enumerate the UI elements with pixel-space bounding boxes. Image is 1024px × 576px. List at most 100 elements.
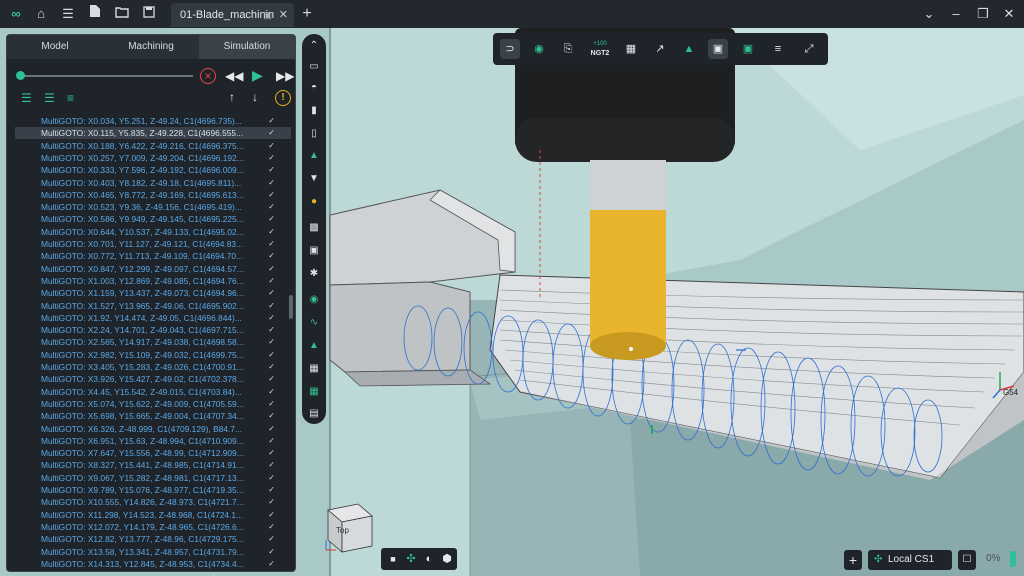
step-down-icon[interactable]: ↓ — [252, 90, 258, 104]
close-icon[interactable]: ✕ — [279, 3, 288, 27]
program-line[interactable]: MultiGOTO: X0.333, Y7.596, Z-49.192, C1(… — [15, 164, 291, 176]
tab-simulation[interactable]: Simulation — [199, 35, 295, 59]
program-line[interactable]: MultiGOTO: X0.188, Y6.422, Z-49.216, C1(… — [15, 140, 291, 152]
document-tab[interactable]: 01-Blade_machinin ▣ ✕ — [171, 3, 294, 27]
collapse-icon[interactable]: ⌃ — [306, 38, 322, 54]
program-line[interactable]: MultiGOTO: X3.926, Y15.427, Z-49.02, C1(… — [15, 373, 291, 385]
program-line[interactable]: MultiGOTO: X14.313, Y12.845, Z-48.953, C… — [15, 558, 291, 570]
notebook-icon[interactable]: ▤ — [306, 406, 322, 422]
program-line[interactable]: MultiGOTO: X2.982, Y15.109, Z-49.032, C1… — [15, 349, 291, 361]
indent-list-icon[interactable]: ☰ — [21, 91, 32, 105]
simulation-timeline[interactable] — [19, 75, 193, 77]
tool-holder-icon[interactable]: ▭ — [306, 59, 322, 75]
holder-icon[interactable]: ▲ — [679, 39, 699, 59]
program-line[interactable]: MultiGOTO: X2.565, Y14.917, Z-49.038, C1… — [15, 336, 291, 348]
warning-icon[interactable]: ! — [275, 90, 291, 106]
shading-icon[interactable]: ◐ — [419, 549, 439, 569]
scrollbar[interactable] — [289, 295, 293, 319]
logo-icon[interactable]: ∞ — [6, 4, 26, 24]
fixture-icon[interactable]: ▲ — [306, 148, 322, 164]
program-line[interactable]: MultiGOTO: X1.159, Y13.437, Z-49.073, C1… — [15, 287, 291, 299]
curve-icon[interactable]: ∿ — [306, 315, 322, 331]
machine-icon[interactable]: ▩ — [306, 220, 322, 236]
save-icon[interactable] — [139, 4, 159, 24]
fullscreen-icon[interactable]: ⤢ — [799, 39, 819, 59]
program-line[interactable]: MultiGOTO: X8.327, Y15.441, Z-48.985, C1… — [15, 459, 291, 471]
program-line[interactable]: MultiGOTO: X12.072, Y14.179, Z-48.965, C… — [15, 521, 291, 533]
home-icon[interactable]: ⌂ — [31, 4, 51, 24]
stop-icon[interactable]: ✕ — [200, 68, 216, 84]
program-line[interactable]: MultiGOTO: X5.074, Y15.622, Z-49.009, C1… — [15, 398, 291, 410]
point-icon[interactable]: ◉ — [306, 292, 322, 308]
program-line[interactable]: MultiGOTO: X0.523, Y9.36, Z-49.156, C1(4… — [15, 201, 291, 213]
program-line[interactable]: MultiGOTO: X12.82, Y13.777, Z-48.96, C1(… — [15, 533, 291, 545]
numbered-list-icon[interactable]: ≡ — [67, 91, 74, 105]
trajectory-icon[interactable]: ⎘ — [558, 39, 578, 59]
rewind-icon[interactable]: ◀◀ — [225, 69, 243, 83]
new-file-icon[interactable] — [85, 4, 105, 24]
transform-icon[interactable]: ▣ — [708, 39, 728, 59]
magnet-icon[interactable]: ⊃ — [500, 39, 520, 59]
wireframe-icon[interactable]: ⬢ — [437, 549, 457, 569]
program-line[interactable]: MultiGOTO: X9.067, Y15.282, Z-48.981, C1… — [15, 472, 291, 484]
program-line[interactable]: MultiGOTO: X7.647, Y15.556, Z-48.99, C1(… — [15, 447, 291, 459]
outdent-list-icon[interactable]: ☰ — [44, 91, 55, 105]
program-line[interactable]: MultiGOTO: X13.58, Y13.341, Z-48.957, C1… — [15, 546, 291, 558]
program-line[interactable]: MultiGOTO: X0.034, Y5.251, Z-49.24, C1(4… — [15, 115, 291, 127]
program-line[interactable]: MultiGOTO: X1.003, Y12.869, Z-49.085, C1… — [15, 275, 291, 287]
program-line[interactable]: MultiGOTO: X1.92, Y14.474, Z-49.05, C1(4… — [15, 312, 291, 324]
box-icon[interactable]: ■ — [383, 549, 403, 569]
program-line[interactable]: MultiGOTO: X0.701, Y11.127, Z-49.121, C1… — [15, 238, 291, 250]
blank-icon[interactable]: ▯ — [306, 126, 322, 142]
program-line[interactable]: MultiGOTO: X0.465, Y8.772, Z-49.169, C1(… — [15, 189, 291, 201]
fit-view-icon[interactable]: ▣ — [738, 39, 758, 59]
program-line[interactable]: MultiGOTO: X0.403, Y8.182, Z-49.18, C1(4… — [15, 177, 291, 189]
program-line[interactable]: MultiGOTO: X4.45, Y15.542, Z-49.015, C1(… — [15, 386, 291, 398]
chevron-down-icon[interactable]: ⌄ — [919, 4, 939, 24]
program-line[interactable]: MultiGOTO: X2.24, Y14.701, Z-49.043, C1(… — [15, 324, 291, 336]
program-line[interactable]: MultiGOTO: X0.772, Y11.713, Z-49.109, C1… — [15, 250, 291, 262]
view-cube[interactable]: Top — [318, 498, 378, 558]
program-line[interactable]: MultiGOTO: X6.951, Y15.63, Z-48.994, C1(… — [15, 435, 291, 447]
table-icon[interactable]: ▦ — [621, 39, 641, 59]
play-icon[interactable]: ▶ — [252, 68, 263, 82]
program-line[interactable]: MultiGOTO: X0.586, Y9.949, Z-49.145, C1(… — [15, 213, 291, 225]
program-line[interactable]: MultiGOTO: X3.405, Y15.283, Z-49.026, C1… — [15, 361, 291, 373]
sliders-icon[interactable]: ≡ — [768, 39, 788, 59]
axis-icon[interactable]: ✣ — [401, 549, 421, 569]
book-icon[interactable]: ▦ — [306, 361, 322, 377]
tab-model[interactable]: Model — [7, 35, 103, 59]
add-cs-button[interactable]: + — [844, 550, 862, 570]
gauge-icon[interactable]: ▣ — [306, 243, 322, 259]
comment-icon[interactable]: ☐ — [958, 550, 976, 570]
window-close-icon[interactable]: ✕ — [999, 4, 1019, 24]
plus-icon[interactable]: + — [297, 4, 317, 24]
cs-selector[interactable]: ✣ Local CS1 — [868, 550, 952, 570]
program-line[interactable]: MultiGOTO: X1.527, Y13.965, Z-49.06, C1(… — [15, 300, 291, 312]
program-line[interactable]: MultiGOTO: X6.326, Z-48.999, C1(4709.129… — [15, 423, 291, 435]
program-line[interactable]: MultiGOTO: X10.555, Y14.826, Z-48.973, C… — [15, 496, 291, 508]
chart-icon[interactable]: ↗ — [650, 39, 670, 59]
minimize-icon[interactable]: – — [946, 4, 966, 24]
fast-forward-icon[interactable]: ▶▶ — [276, 69, 294, 83]
monitor-icon[interactable]: ▣ — [263, 3, 272, 27]
program-line[interactable]: MultiGOTO: X0.644, Y10.537, Z-49.133, C1… — [15, 226, 291, 238]
surface-icon[interactable]: ▲ — [306, 338, 322, 354]
program-line[interactable]: MultiGOTO: X11.298, Y14.523, Z-48.968, C… — [15, 509, 291, 521]
tab-machining[interactable]: Machining — [103, 35, 199, 59]
open-folder-icon[interactable] — [112, 4, 132, 24]
step-up-icon[interactable]: ↑ — [229, 90, 235, 104]
settings-grid-icon[interactable]: ✱ — [306, 266, 322, 282]
program-line[interactable]: MultiGOTO: X0.115, Y5.835, Z-49.228, C1(… — [15, 127, 291, 140]
program-line[interactable]: MultiGOTO: X5.698, Y15.665, Z-49.004, C1… — [15, 410, 291, 422]
restore-icon[interactable]: ❐ — [973, 4, 993, 24]
tool-icon[interactable]: ▼ — [306, 171, 322, 187]
program-line[interactable]: MultiGOTO: X9.789, Y15.076, Z-48.977, C1… — [15, 484, 291, 496]
tool-assembly-icon[interactable]: ● — [306, 194, 322, 210]
workpiece-icon[interactable]: ▮ — [306, 103, 322, 119]
ngt-counter[interactable]: +100 NGT2 — [587, 39, 613, 59]
grid-icon[interactable]: ▦ — [306, 384, 322, 400]
timeline-slider-handle[interactable] — [16, 71, 25, 80]
tool-view-icon[interactable]: ◉ — [529, 39, 549, 59]
menu-icon[interactable]: ☰ — [58, 4, 78, 24]
